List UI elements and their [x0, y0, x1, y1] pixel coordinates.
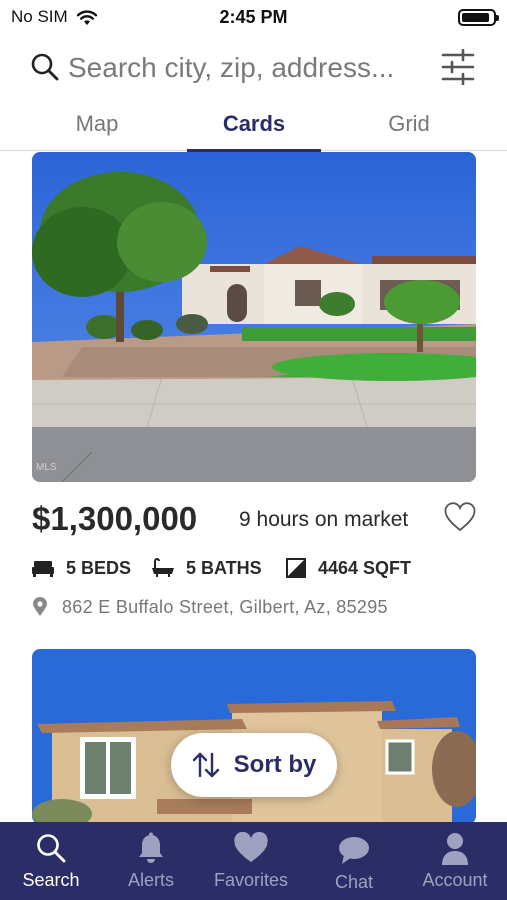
nav-favorites-label: Favorites — [213, 870, 289, 890]
address-text: 862 E Buffalo Street, Gilbert, Az, 85295 — [62, 596, 388, 617]
square-footage-icon — [286, 558, 306, 578]
listing-photo[interactable]: MLS — [32, 152, 476, 482]
search-bar — [0, 40, 507, 96]
location-pin-icon — [33, 597, 47, 616]
nav-alerts[interactable]: Alerts — [100, 822, 202, 900]
time-on-market: 9 hours on market — [239, 508, 409, 531]
battery-icon — [458, 9, 499, 26]
baths-count: 5 BATHS — [186, 557, 262, 578]
person-icon — [442, 833, 468, 865]
status-time: 2:45 PM — [219, 7, 288, 27]
filter-sliders-icon[interactable] — [441, 49, 475, 85]
beds-count: 5 BEDS — [66, 557, 132, 578]
svg-text:MLS: MLS — [36, 462, 57, 473]
heart-icon — [234, 832, 268, 862]
listing-price: $1,300,000 — [32, 500, 198, 537]
sort-arrows-icon — [192, 752, 219, 778]
chat-bubble-icon — [339, 837, 369, 864]
search-icon — [37, 834, 66, 863]
bell-icon — [139, 832, 163, 863]
sqft-spec: 4464 SQFT — [286, 555, 411, 581]
nav-account[interactable]: Account — [404, 822, 506, 900]
status-bar: No SIM 2:45 PM — [0, 0, 507, 34]
search-input[interactable] — [68, 48, 428, 88]
view-tabs: Map Cards Grid — [0, 103, 507, 152]
nav-search[interactable]: Search — [0, 822, 102, 900]
nav-account-label: Account — [422, 870, 488, 890]
nav-alerts-label: Alerts — [127, 870, 174, 890]
search-icon — [31, 53, 59, 81]
tab-grid[interactable]: Grid — [342, 103, 476, 151]
nav-favorites[interactable]: Favorites — [200, 822, 302, 900]
bed-icon — [32, 561, 54, 577]
nav-chat-label: Chat — [334, 872, 374, 892]
price-row: $1,300,000 9 hours on market — [32, 498, 476, 542]
listing-specs: 5 BEDS 5 BATHS 4464 SQFT — [32, 555, 476, 583]
bathtub-icon — [152, 558, 174, 577]
listing-address: 862 E Buffalo Street, Gilbert, Az, 85295 — [32, 594, 476, 620]
sort-by-button[interactable]: Sort by — [171, 733, 337, 797]
favorite-heart-icon[interactable] — [444, 502, 476, 532]
nav-search-label: Search — [22, 870, 80, 890]
beds-spec: 5 BEDS — [32, 555, 131, 581]
nav-chat[interactable]: Chat — [303, 822, 405, 900]
tab-map[interactable]: Map — [30, 103, 164, 151]
sort-by-label: Sort by — [233, 751, 317, 778]
baths-spec: 5 BATHS — [152, 555, 262, 581]
bottom-navigation: Search Alerts Favorites Chat Account — [0, 822, 507, 900]
tab-cards[interactable]: Cards — [187, 103, 321, 152]
sqft-value: 4464 SQFT — [318, 557, 412, 578]
